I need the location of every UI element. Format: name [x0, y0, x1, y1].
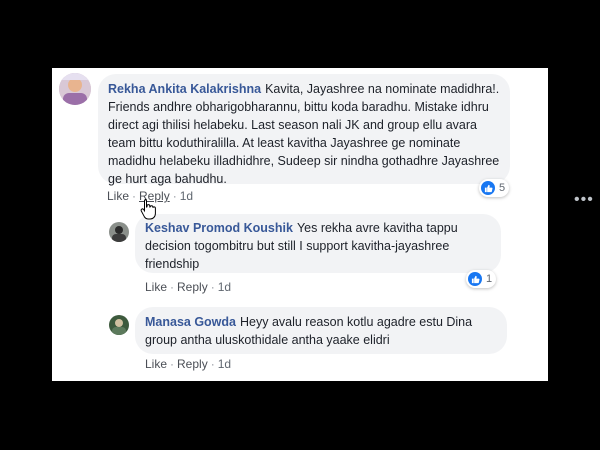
avatar[interactable]	[59, 73, 91, 105]
user-avatar-icon	[59, 73, 91, 105]
avatar[interactable]	[109, 315, 129, 335]
separator-dot: ·	[170, 280, 175, 294]
hand-cursor-icon	[140, 198, 156, 225]
more-options-icon[interactable]: •••	[574, 191, 594, 209]
reaction-number: 1	[486, 273, 493, 285]
comment-text: Kavita, Jayashree na nominate madidhra!.…	[108, 82, 500, 186]
comment-time[interactable]: 1d	[218, 357, 231, 371]
comments-panel: Rekha Ankita Kalakrishna Kavita, Jayashre…	[52, 68, 593, 381]
comment-author[interactable]: Keshav Promod Koushik	[145, 221, 293, 235]
user-avatar-icon	[109, 315, 129, 335]
separator-dot: ·	[132, 189, 137, 203]
like-reaction-icon	[481, 181, 495, 195]
separator-dot: ·	[210, 357, 215, 371]
like-link[interactable]: Like	[145, 357, 167, 371]
reply-bubble: Keshav Promod Koushik Yes rekha avre kavi…	[135, 214, 501, 273]
reply-bubble: Manasa Gowda Heyy avalu reason kotlu agad…	[135, 307, 507, 354]
comment-time[interactable]: 1d	[180, 189, 193, 203]
user-avatar-icon	[109, 222, 129, 242]
comment-bubble: Rekha Ankita Kalakrishna Kavita, Jayashre…	[98, 74, 510, 186]
comment-author[interactable]: Manasa Gowda	[145, 315, 236, 329]
reply-actions: Like · Reply · 1d	[145, 357, 231, 371]
like-link[interactable]: Like	[107, 189, 129, 203]
comment-time[interactable]: 1d	[218, 280, 231, 294]
separator-dot: ·	[210, 280, 215, 294]
comment-author[interactable]: Rekha Ankita Kalakrishna	[108, 82, 261, 96]
reaction-number: 5	[499, 182, 506, 194]
reply-actions: Like · Reply · 1d	[145, 280, 231, 294]
reaction-count[interactable]: 1	[466, 270, 497, 288]
reply-link[interactable]: Reply	[177, 357, 208, 371]
separator-dot: ·	[170, 357, 175, 371]
separator-dot: ·	[172, 189, 177, 203]
like-reaction-icon	[468, 272, 482, 286]
avatar[interactable]	[109, 222, 129, 242]
reaction-count[interactable]: 5	[479, 179, 510, 197]
like-link[interactable]: Like	[145, 280, 167, 294]
reply-link[interactable]: Reply	[177, 280, 208, 294]
